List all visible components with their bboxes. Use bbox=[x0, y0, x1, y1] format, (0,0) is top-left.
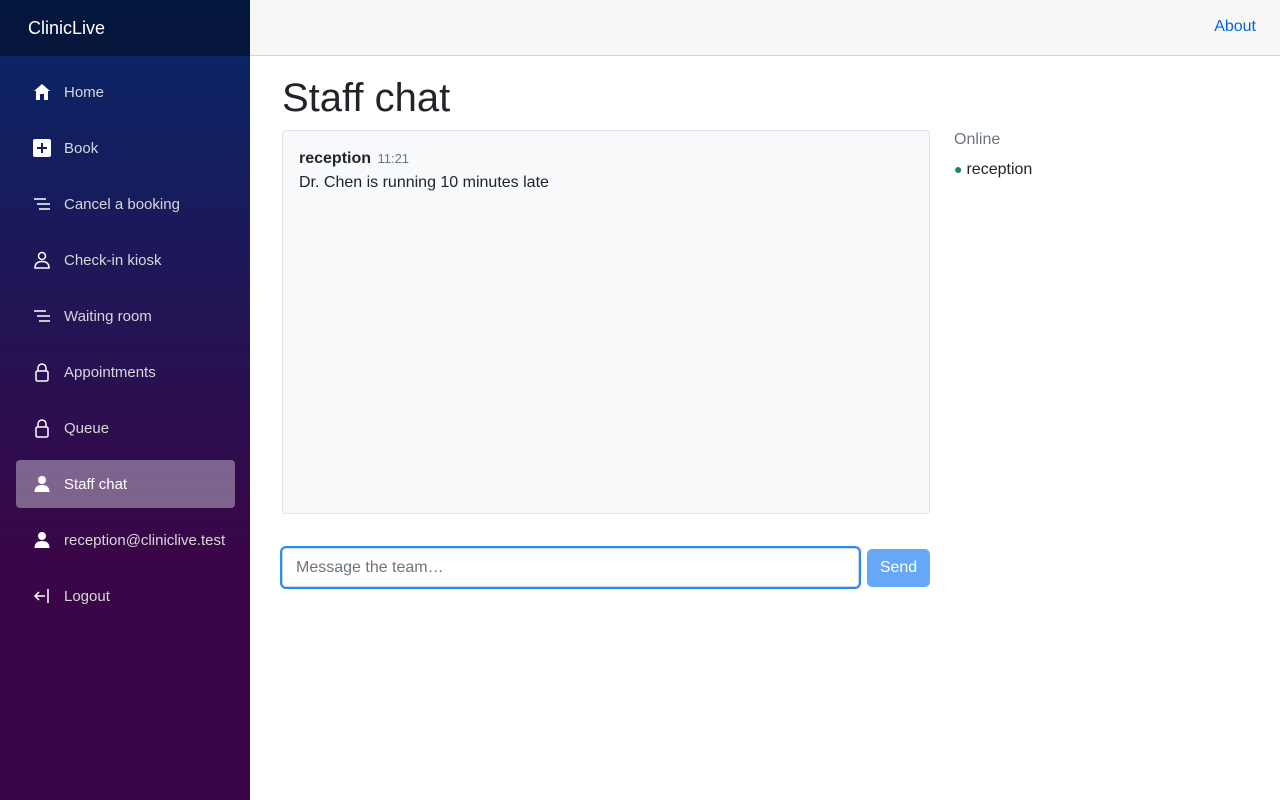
sidebar-item-label: Logout bbox=[64, 587, 110, 605]
sidebar-item-cancel-booking[interactable]: Cancel a booking bbox=[16, 180, 235, 228]
list-icon bbox=[32, 306, 52, 326]
about-link[interactable]: About bbox=[1214, 18, 1256, 36]
sidebar-nav: Home Book Cancel a booking Check-in kios… bbox=[0, 56, 250, 620]
person-outline-icon bbox=[32, 250, 52, 270]
chat-messages[interactable]: reception 11:21 Dr. Chen is running 10 m… bbox=[282, 130, 930, 514]
sidebar-item-label: Check-in kiosk bbox=[64, 251, 162, 269]
top-bar: About bbox=[250, 0, 1280, 56]
sidebar-item-label: reception@cliniclive.test bbox=[64, 531, 226, 549]
send-button[interactable]: Send bbox=[867, 549, 930, 587]
message-header: reception 11:21 bbox=[299, 149, 913, 169]
online-panel: Online ● reception bbox=[954, 130, 1254, 179]
online-status-dot: ● bbox=[954, 161, 963, 177]
lock-icon bbox=[32, 362, 52, 382]
online-user-name: reception bbox=[966, 161, 1033, 178]
sidebar-item-appointments[interactable]: Appointments bbox=[16, 348, 235, 396]
message-timestamp: 11:21 bbox=[377, 151, 410, 166]
sidebar-item-label: Queue bbox=[64, 419, 110, 437]
person-icon bbox=[32, 474, 52, 494]
sidebar-item-book[interactable]: Book bbox=[16, 124, 235, 172]
sidebar-item-label: Home bbox=[64, 83, 105, 101]
chat-message: reception 11:21 Dr. Chen is running 10 m… bbox=[299, 149, 913, 193]
online-user: ● reception bbox=[954, 160, 1254, 179]
message-author: reception bbox=[299, 150, 372, 167]
sidebar-item-label: Cancel a booking bbox=[64, 195, 180, 213]
sidebar-item-label: Staff chat bbox=[64, 475, 128, 493]
sidebar-item-queue[interactable]: Queue bbox=[16, 404, 235, 452]
home-icon bbox=[32, 82, 52, 102]
sidebar-item-home[interactable]: Home bbox=[16, 68, 235, 116]
sidebar-item-account[interactable]: reception@cliniclive.test bbox=[16, 516, 235, 564]
sidebar-item-staff-chat[interactable]: Staff chat bbox=[16, 460, 235, 508]
person-icon bbox=[32, 530, 52, 550]
message-input[interactable] bbox=[282, 548, 859, 587]
sidebar: ClinicLive Home Book Cancel a booking Ch… bbox=[0, 0, 250, 800]
sidebar-item-waiting-room[interactable]: Waiting room bbox=[16, 292, 235, 340]
sidebar-item-logout[interactable]: Logout bbox=[16, 572, 235, 620]
sidebar-item-label: Appointments bbox=[64, 363, 156, 381]
online-heading: Online bbox=[954, 131, 1001, 148]
page-title: Staff chat bbox=[282, 76, 451, 120]
plus-square-icon bbox=[32, 138, 52, 158]
lock-icon bbox=[32, 418, 52, 438]
logout-icon bbox=[32, 586, 52, 606]
brand-bar: ClinicLive bbox=[0, 0, 250, 56]
message-text: Dr. Chen is running 10 minutes late bbox=[299, 174, 549, 191]
brand-logo[interactable]: ClinicLive bbox=[28, 18, 105, 39]
list-icon bbox=[32, 194, 52, 214]
sidebar-item-check-in-kiosk[interactable]: Check-in kiosk bbox=[16, 236, 235, 284]
sidebar-item-label: Book bbox=[64, 139, 99, 157]
sidebar-item-label: Waiting room bbox=[64, 307, 152, 325]
